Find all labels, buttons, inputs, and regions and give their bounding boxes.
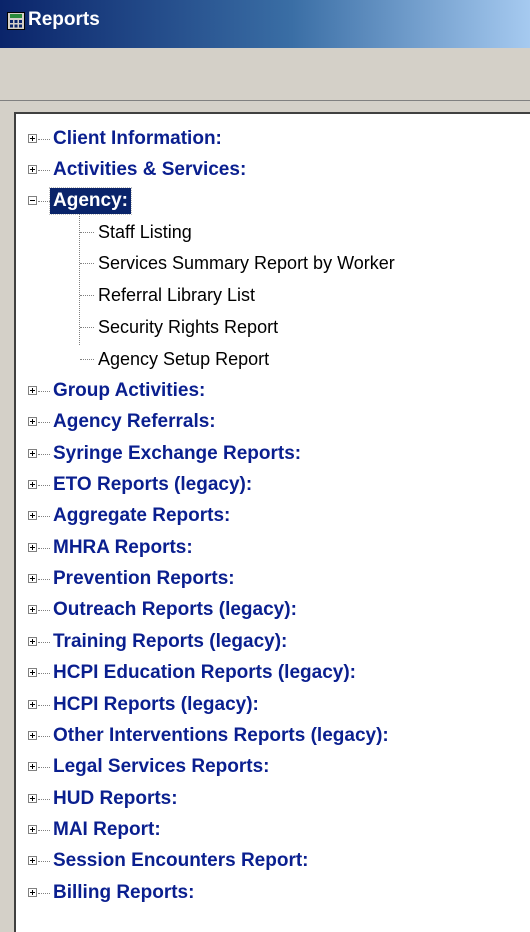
reports-tree[interactable]: Client Information: Activities & Service…	[14, 112, 530, 932]
tree-child-label[interactable]: Services Summary Report by Worker	[98, 248, 395, 278]
tree-node-label[interactable]: Outreach Reports (legacy):	[53, 595, 297, 625]
expand-icon[interactable]	[28, 700, 37, 709]
tree-connector-line	[79, 214, 80, 345]
expand-icon[interactable]	[28, 637, 37, 646]
reports-app-icon	[7, 12, 25, 30]
expand-icon[interactable]	[28, 386, 37, 395]
window-title: Reports	[28, 9, 100, 30]
tree-node-label[interactable]: Training Reports (legacy):	[53, 627, 287, 657]
tree-node-label[interactable]: Prevention Reports:	[53, 564, 235, 594]
tree-child-label[interactable]: Referral Library List	[98, 280, 255, 310]
tree-node-label[interactable]: Other Interventions Reports (legacy):	[53, 721, 389, 751]
tree-node-label[interactable]: Group Activities:	[53, 376, 205, 406]
expand-icon[interactable]	[28, 417, 37, 426]
tree-node-label[interactable]: HCPI Education Reports (legacy):	[53, 658, 356, 688]
tree-node-label[interactable]: Client Information:	[53, 124, 222, 154]
tree-child-label[interactable]: Agency Setup Report	[98, 344, 269, 374]
tree-node-label[interactable]: Aggregate Reports:	[53, 501, 230, 531]
tree-node-label[interactable]: Legal Services Reports:	[53, 752, 269, 782]
tree-node-label[interactable]: HCPI Reports (legacy):	[53, 690, 259, 720]
expand-icon[interactable]	[28, 574, 37, 583]
toolbar-area	[0, 48, 530, 101]
tree-node-label[interactable]: Agency Referrals:	[53, 407, 216, 437]
tree-child-label[interactable]: Staff Listing	[98, 217, 192, 247]
tree-node-label[interactable]: Syringe Exchange Reports:	[53, 439, 301, 469]
tree-node-label-selected[interactable]: Agency:	[49, 187, 132, 215]
expand-icon[interactable]	[28, 856, 37, 865]
collapse-icon[interactable]	[28, 196, 37, 205]
tree-node-label[interactable]: MHRA Reports:	[53, 533, 193, 563]
expand-icon[interactable]	[28, 888, 37, 897]
expand-icon[interactable]	[28, 134, 37, 143]
tree-child-label[interactable]: Security Rights Report	[98, 312, 278, 342]
expand-icon[interactable]	[28, 543, 37, 552]
expand-icon[interactable]	[28, 605, 37, 614]
expand-icon[interactable]	[28, 825, 37, 834]
tree-node-label[interactable]: Activities & Services:	[53, 155, 246, 185]
expand-icon[interactable]	[28, 794, 37, 803]
expand-icon[interactable]	[28, 165, 37, 174]
expand-icon[interactable]	[28, 480, 37, 489]
tree-node-label[interactable]: Session Encounters Report:	[53, 846, 309, 876]
expand-icon[interactable]	[28, 731, 37, 740]
tree-node-label[interactable]: MAI Report:	[53, 815, 161, 845]
tree-node-label[interactable]: Billing Reports:	[53, 878, 194, 908]
expand-icon[interactable]	[28, 762, 37, 771]
tree-node-label[interactable]: HUD Reports:	[53, 784, 178, 814]
expand-icon[interactable]	[28, 449, 37, 458]
expand-icon[interactable]	[28, 668, 37, 677]
tree-node-label[interactable]: ETO Reports (legacy):	[53, 470, 252, 500]
title-bar: Reports	[0, 0, 530, 48]
expand-icon[interactable]	[28, 511, 37, 520]
